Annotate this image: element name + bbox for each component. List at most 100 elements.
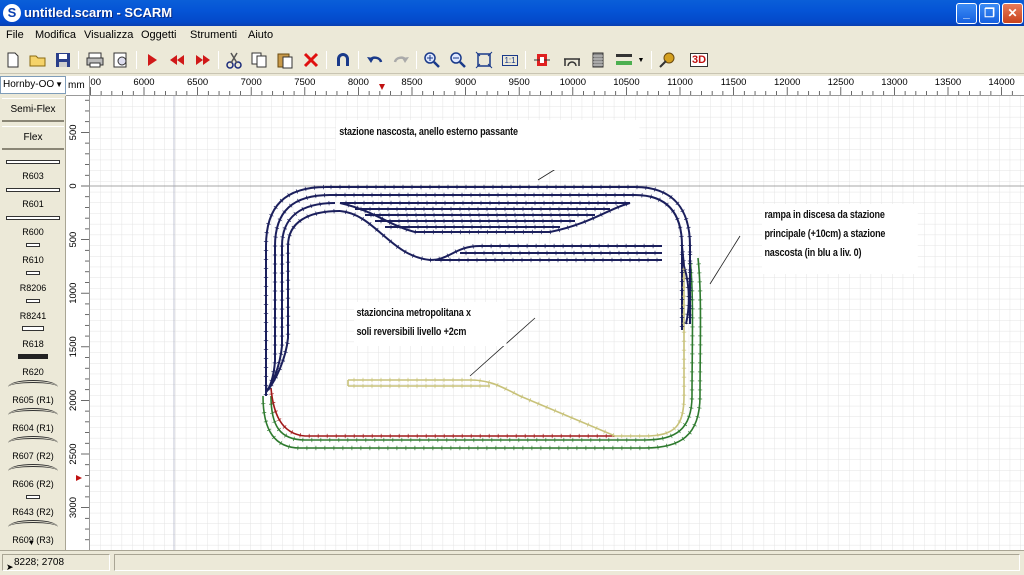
- library-item-r8206[interactable]: R8206: [0, 266, 66, 294]
- note-hidden-station[interactable]: stazione nascosta, anello esterno passan…: [336, 120, 639, 170]
- library-item-r604-r1[interactable]: R604 (R1): [0, 406, 66, 434]
- bridge-button[interactable]: [561, 50, 583, 70]
- ruler-label: 1500: [68, 336, 79, 357]
- track-piece-icon: [18, 354, 48, 359]
- print-button[interactable]: [84, 50, 106, 70]
- cut-button[interactable]: [223, 50, 245, 70]
- note-ramp[interactable]: rampa in discesa da stazione principale …: [762, 204, 918, 274]
- track-piece-icon: [6, 160, 60, 164]
- track-piece-icon: [8, 464, 58, 478]
- library-item-r8241[interactable]: R8241: [0, 294, 66, 322]
- note-hidden-station-text: stazione nascosta, anello esterno passan…: [339, 123, 636, 142]
- note-metro-station[interactable]: stazioncina metropolitana x soli reversi…: [354, 302, 507, 346]
- library-item-r605-r1[interactable]: R605 (R1): [0, 378, 66, 406]
- layer-dropdown[interactable]: ▼: [635, 50, 647, 70]
- note-ramp-line3: nascosta (in blu a liv. 0): [764, 244, 915, 263]
- layout-canvas[interactable]: stazione nascosta, anello esterno passan…: [90, 96, 1024, 550]
- ruler-label: 13500: [935, 77, 961, 88]
- menu-aiuto[interactable]: Aiuto: [248, 29, 273, 41]
- bridge-icon: [563, 51, 581, 69]
- library-item-r618[interactable]: R618: [0, 322, 66, 350]
- print-preview-button[interactable]: [110, 50, 132, 70]
- save-button[interactable]: [52, 50, 74, 70]
- track-piece-icon: [26, 243, 40, 247]
- library-item-r620[interactable]: R620: [0, 350, 66, 378]
- menu-strumenti[interactable]: Strumenti: [190, 29, 237, 41]
- app-icon[interactable]: S: [3, 4, 21, 22]
- 3d-view-button[interactable]: 3D: [688, 50, 710, 70]
- delete-icon: [302, 51, 320, 69]
- measure-icon: [658, 51, 676, 69]
- new-icon: [4, 51, 22, 69]
- library-item-r600[interactable]: R600: [0, 210, 66, 238]
- 3d-view-icon: 3D: [690, 53, 708, 67]
- scarm-window: S untitled.scarm - SCARM _ ❐ ✕ File Modi…: [0, 0, 1024, 574]
- menu-oggetti[interactable]: Oggetti: [141, 29, 176, 41]
- open-button[interactable]: [27, 50, 49, 70]
- chevron-down-icon: ▼: [55, 77, 63, 93]
- copy-button[interactable]: [248, 50, 270, 70]
- ruler-label: 6500: [187, 77, 208, 88]
- ruler-label: 12500: [828, 77, 854, 88]
- copy-icon: [250, 51, 268, 69]
- track-piece-icon: [6, 216, 60, 220]
- magnet-button[interactable]: [332, 50, 354, 70]
- library-item-label: R8206: [0, 283, 66, 293]
- measure-button[interactable]: [656, 50, 678, 70]
- tunnel-button[interactable]: [587, 50, 609, 70]
- cursor-marker-icon: [76, 475, 82, 481]
- vertical-ruler: 500050010001500200025003000: [66, 96, 90, 550]
- restore-button[interactable]: ❐: [979, 3, 1000, 24]
- rewind-icon: [168, 51, 186, 69]
- ruler-label: 5500: [90, 77, 101, 88]
- library-item-label: R603: [0, 171, 66, 181]
- track-piece-icon: [26, 299, 40, 303]
- zoom-1to1-icon: 1:1: [502, 55, 517, 66]
- forward-button[interactable]: [192, 50, 214, 70]
- select-icon: [143, 51, 161, 69]
- menu-file[interactable]: File: [6, 29, 24, 41]
- ruler-label: 1000: [68, 283, 79, 304]
- library-item-r607-r2[interactable]: R607 (R2): [0, 434, 66, 462]
- library-item-label: R601: [0, 199, 66, 209]
- library-item-r603[interactable]: R603: [0, 154, 66, 182]
- zoom-in-button[interactable]: [421, 50, 443, 70]
- library-item-label: R643 (R2): [0, 507, 66, 517]
- close-button[interactable]: ✕: [1002, 3, 1023, 24]
- ruler-label: 10000: [560, 77, 586, 88]
- track-piece-icon: [8, 408, 58, 422]
- library-item-r606-r2[interactable]: R606 (R2): [0, 462, 66, 490]
- zoom-1to1-button[interactable]: 1:1: [499, 50, 521, 70]
- library-item-r610[interactable]: R610: [0, 238, 66, 266]
- layer-button[interactable]: [613, 50, 635, 70]
- library-item-label: R604 (R1): [0, 423, 66, 433]
- library-item-r643-r2[interactable]: R643 (R2): [0, 490, 66, 518]
- scroll-down-icon[interactable]: ▼: [28, 540, 35, 547]
- track-piece-icon: [26, 271, 40, 275]
- ruler-unit: mm: [66, 76, 90, 96]
- library-select-value: Hornby-OO: [3, 79, 54, 90]
- track-tool-button[interactable]: [531, 50, 553, 70]
- zoom-fit-button[interactable]: [473, 50, 495, 70]
- note-ramp-line2: principale (+10cm) a stazione: [764, 225, 915, 244]
- track-library-panel: Semi-FlexFlexR603R601R600R610R8206R8241R…: [0, 96, 66, 550]
- minimize-button[interactable]: _: [956, 3, 977, 24]
- library-item-semi-flex[interactable]: Semi-Flex: [2, 98, 64, 122]
- redo-button[interactable]: [390, 50, 412, 70]
- ruler-label: 2500: [68, 443, 79, 464]
- zoom-in-icon: [423, 51, 441, 69]
- menu-visualizza[interactable]: Visualizza: [84, 29, 133, 41]
- select-button[interactable]: [141, 50, 163, 70]
- zoom-out-button[interactable]: [447, 50, 469, 70]
- delete-button[interactable]: [300, 50, 322, 70]
- library-item-r601[interactable]: R601: [0, 182, 66, 210]
- new-button[interactable]: [2, 50, 24, 70]
- ruler-label: 13000: [881, 77, 907, 88]
- paste-button[interactable]: [274, 50, 296, 70]
- rewind-button[interactable]: [166, 50, 188, 70]
- minimize-icon: _: [963, 6, 970, 20]
- menu-modifica[interactable]: Modifica: [35, 29, 76, 41]
- library-select[interactable]: Hornby-OO ▼: [0, 76, 66, 94]
- undo-button[interactable]: [364, 50, 386, 70]
- library-item-flex[interactable]: Flex: [2, 126, 64, 150]
